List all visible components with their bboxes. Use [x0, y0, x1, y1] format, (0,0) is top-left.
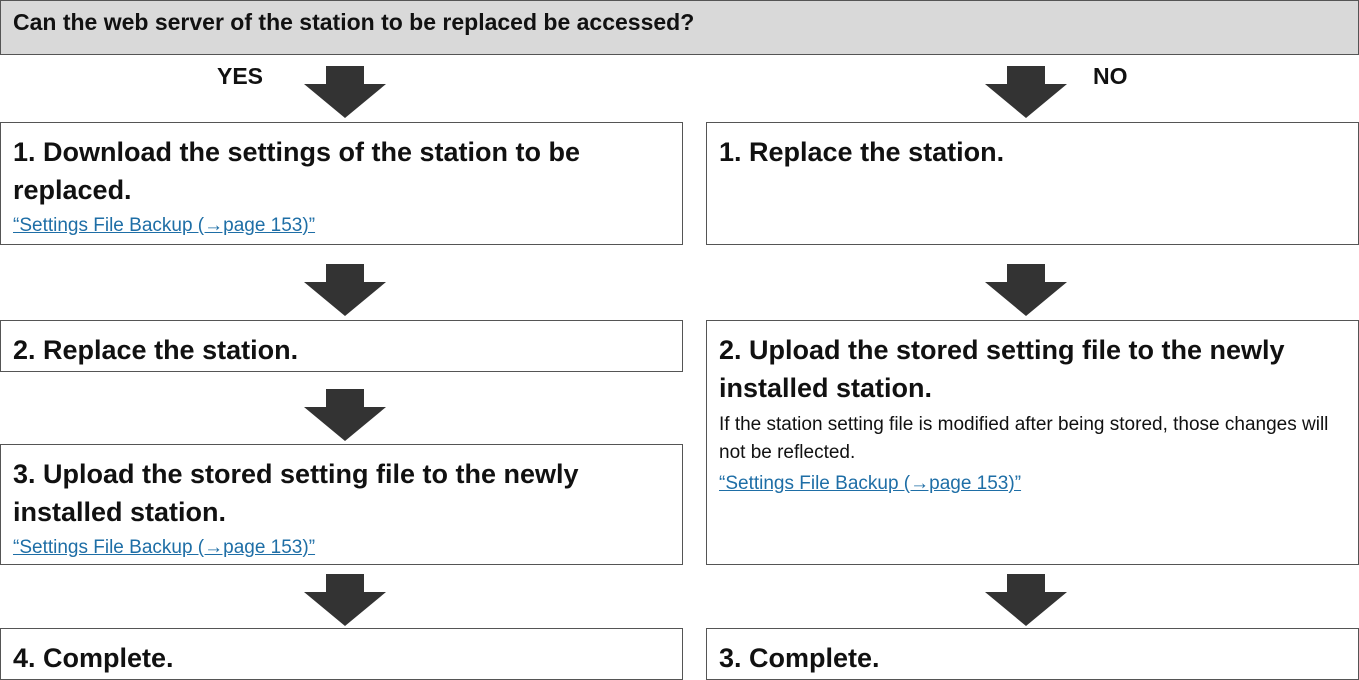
no-step-2: 2. Upload the stored setting file to the…: [706, 320, 1359, 565]
down-arrow-icon: [304, 66, 386, 118]
step-title: 2. Upload the stored setting file to the…: [719, 335, 1285, 403]
yes-step-3: 3. Upload the stored setting file to the…: [0, 444, 683, 565]
step-title: 3. Upload the stored setting file to the…: [13, 459, 579, 527]
down-arrow-icon: [304, 389, 386, 441]
down-arrow-icon: [985, 574, 1067, 626]
step-title: 2. Replace the station.: [13, 335, 299, 365]
no-step-1: 1. Replace the station.: [706, 122, 1359, 245]
flow-question: Can the web server of the station to be …: [0, 0, 1359, 55]
yes-step-4: 4. Complete.: [0, 628, 683, 680]
no-step-3: 3. Complete.: [706, 628, 1359, 680]
down-arrow-icon: [985, 66, 1067, 118]
step-title: 3. Complete.: [719, 643, 880, 673]
step-title: 4. Complete.: [13, 643, 174, 673]
down-arrow-icon: [304, 264, 386, 316]
step-title: 1. Download the settings of the station …: [13, 137, 581, 205]
settings-backup-link[interactable]: “Settings File Backup (→page 153)”: [13, 213, 315, 239]
yes-step-2: 2. Replace the station.: [0, 320, 683, 372]
down-arrow-icon: [985, 264, 1067, 316]
yes-label: YES: [217, 63, 264, 89]
down-arrow-icon: [304, 574, 386, 626]
question-text: Can the web server of the station to be …: [13, 9, 695, 35]
settings-backup-link[interactable]: “Settings File Backup (→page 153)”: [719, 471, 1021, 497]
no-label: NO: [1093, 63, 1128, 89]
yes-step-1: 1. Download the settings of the station …: [0, 122, 683, 245]
step-note: If the station setting file is modified …: [719, 414, 1329, 463]
step-title: 1. Replace the station.: [719, 137, 1005, 167]
settings-backup-link[interactable]: “Settings File Backup (→page 153)”: [13, 535, 315, 561]
